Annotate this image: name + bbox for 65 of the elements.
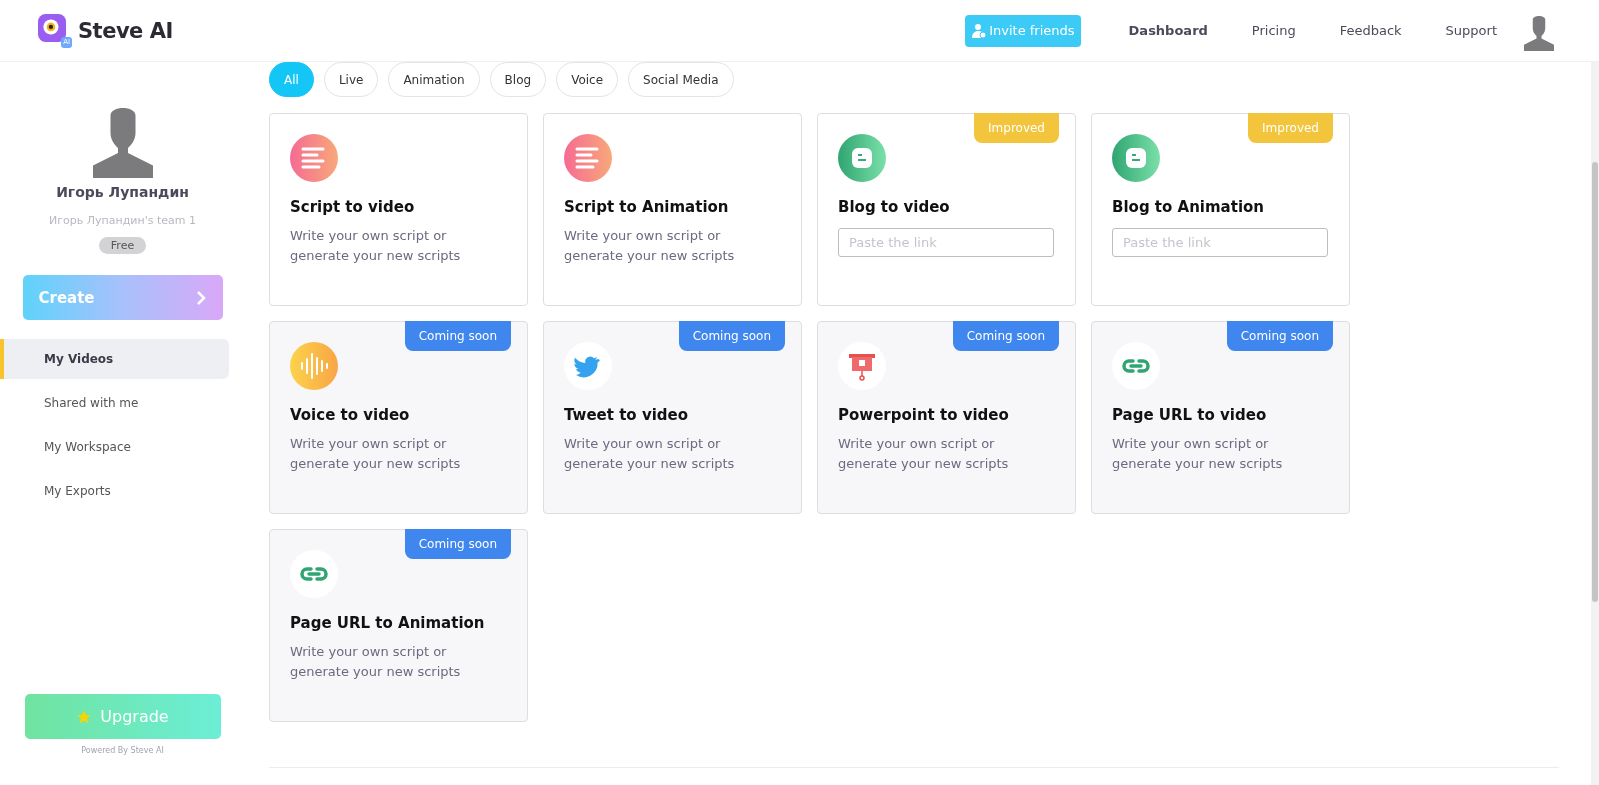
card-description: Write your own script or generate your new scripts <box>838 435 1010 473</box>
feature-card[interactable]: Coming soon Tweet to video Write your own script or generate your new scripts <box>543 321 802 514</box>
filter-tab[interactable]: Voice <box>556 62 619 97</box>
blog-icon <box>1112 134 1160 182</box>
profile-name: Игорь Лупандин <box>56 184 189 200</box>
status-badge: Coming soon <box>404 529 511 559</box>
status-badge: Coming soon <box>952 321 1059 351</box>
sound-wave-icon <box>290 342 338 390</box>
brand-name: Steve AI <box>78 18 173 43</box>
card-title: Blog to Animation <box>1112 198 1265 216</box>
presentation-icon <box>838 342 886 390</box>
card-title: Tweet to video <box>564 406 689 424</box>
status-badge: Improved <box>974 113 1059 143</box>
card-title: Script to Animation <box>564 198 730 216</box>
text-lines-icon <box>290 134 338 182</box>
feature-card[interactable]: Coming soon Voice to video Write your own script or generate your new scripts <box>269 321 528 514</box>
card-title: Voice to video <box>290 406 411 424</box>
feature-card[interactable]: Script to video Write your own script or generate your new scripts <box>269 113 528 306</box>
link-input-field[interactable]: Paste the link <box>838 228 1054 257</box>
card-title: Blog to video <box>838 198 951 216</box>
star-icon <box>76 708 93 725</box>
status-badge: Coming soon <box>404 321 511 351</box>
card-description: Write your own script or generate your new scripts <box>564 435 736 473</box>
card-description: Write your own script or generate your new scripts <box>290 227 462 265</box>
card-description: Write your own script or generate your new scripts <box>290 435 462 473</box>
card-description: Write your own script or generate your new scripts <box>564 227 736 265</box>
card-title: Page URL to Animation <box>290 614 486 632</box>
link-icon <box>290 550 338 598</box>
filter-tab[interactable]: Animation <box>388 62 480 97</box>
nav-link[interactable]: Dashboard <box>1128 23 1208 38</box>
feature-card[interactable]: Improved Blog to Animation Paste the link <box>1091 113 1350 306</box>
scrollbar[interactable] <box>1591 62 1599 785</box>
card-title: Powerpoint to video <box>838 406 1010 424</box>
feature-card[interactable]: Script to Animation Write your own script or generate your new scripts <box>543 113 802 306</box>
filter-tab[interactable]: Blog <box>489 62 547 97</box>
add-user-icon <box>971 22 988 39</box>
card-title: Script to video <box>290 198 416 216</box>
text-lines-icon <box>564 134 612 182</box>
bird-icon <box>564 342 612 390</box>
sidebar-item[interactable]: My Workspace <box>0 427 229 467</box>
nav-link[interactable]: Support <box>1445 23 1497 38</box>
nav-link[interactable]: Feedback <box>1339 23 1402 38</box>
sidebar-item[interactable]: My Videos <box>0 339 229 379</box>
nav-link[interactable]: Pricing <box>1251 23 1296 38</box>
plan-badge: Free <box>98 237 147 254</box>
sidebar-item[interactable]: Shared with me <box>0 383 229 423</box>
card-title: Page URL to video <box>1112 406 1268 424</box>
link-input-field[interactable]: Paste the link <box>1112 228 1328 257</box>
feature-card[interactable]: Coming soon Page URL to Animation Write your own script or generate your new scripts <box>269 529 528 722</box>
filter-tab[interactable]: Social Media <box>628 62 734 97</box>
sidebar-item[interactable]: My Exports <box>0 471 229 511</box>
feature-card[interactable]: Coming soon Page URL to video Write your own script or generate your new scripts <box>1091 321 1350 514</box>
status-badge: Coming soon <box>1226 321 1333 351</box>
status-badge: Improved <box>1248 113 1333 143</box>
blog-icon <box>838 134 886 182</box>
card-description: Write your own script or generate your new scripts <box>290 643 462 681</box>
status-badge: Coming soon <box>678 321 785 351</box>
link-icon <box>1112 342 1160 390</box>
chevron-right-icon <box>194 289 207 306</box>
feature-card[interactable]: Improved Blog to video Paste the link <box>817 113 1076 306</box>
feature-card[interactable]: Coming soon Powerpoint to video Write your own script or generate your new scripts <box>817 321 1076 514</box>
card-description: Write your own script or generate your new scripts <box>1112 435 1284 473</box>
team-name: Игорь Лупандин's team 1 <box>49 214 196 227</box>
powered-by-text: Powered By Steve AI <box>81 746 164 755</box>
filter-tab[interactable]: Live <box>323 62 379 97</box>
